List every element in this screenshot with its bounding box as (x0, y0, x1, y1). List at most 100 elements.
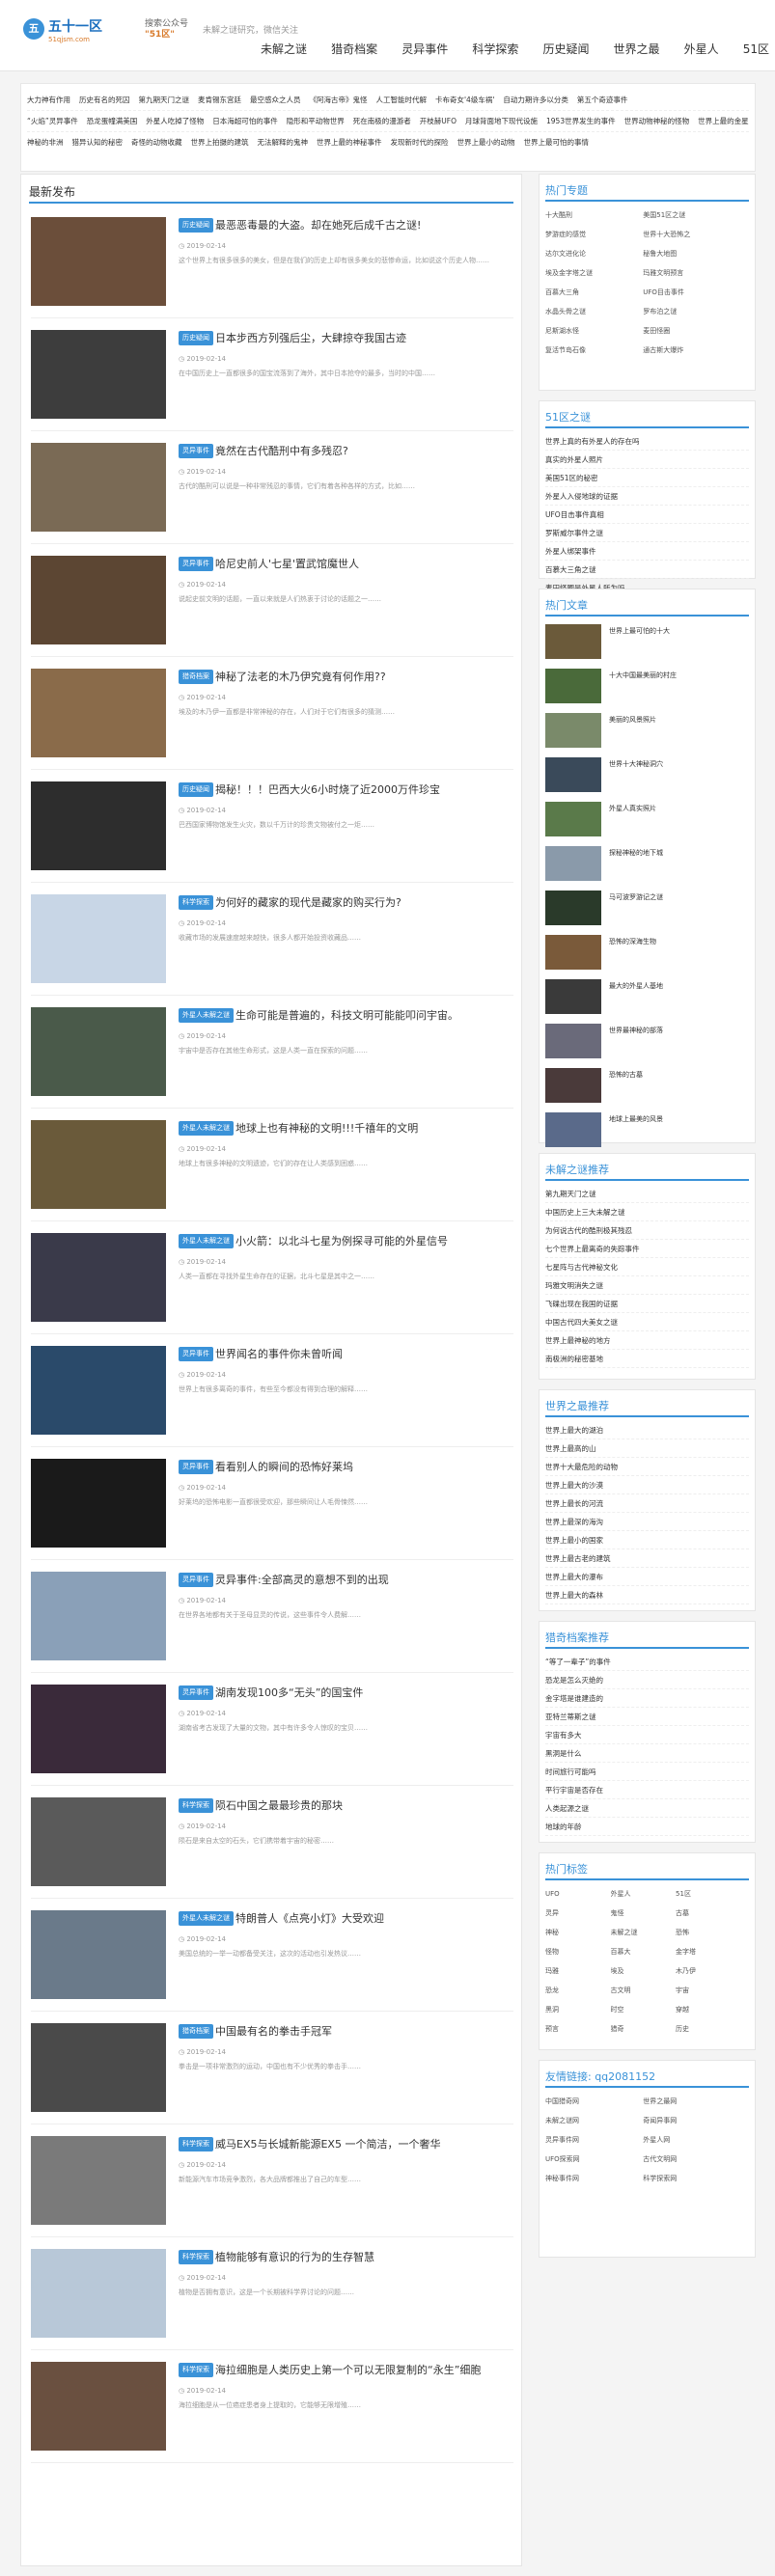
tag-link[interactable]: 大力神有作用 (27, 90, 70, 110)
recommend-item[interactable]: 中国历史上三大未解之谜 (545, 1203, 749, 1221)
tag-link[interactable]: 日本海超可怕的事件 (212, 111, 278, 131)
hot-article-title[interactable]: 马可波罗游记之谜 (609, 892, 744, 903)
article-title[interactable]: 生命可能是普遍的，科技文明可能能叩问宇宙。 (235, 1008, 458, 1024)
article-category[interactable]: 灵异事件 (179, 1685, 213, 1700)
tag-cloud-link[interactable]: 外星人 (611, 1886, 677, 1902)
article-title[interactable]: 为何好的藏家的现代是藏家的购买行为? (215, 895, 401, 911)
hot-article-title[interactable]: 十大中国最美丽的村庄 (609, 671, 744, 681)
hot-topic-link[interactable]: 秘鲁大地图 (643, 246, 740, 261)
hot-article-title[interactable]: 探秘神秘的地下城 (609, 848, 744, 859)
article-thumbnail[interactable] (31, 1797, 166, 1886)
site-recommend-item[interactable]: 人类起源之谜 (545, 1799, 749, 1818)
hot-topic-link[interactable]: 美国51区之谜 (643, 207, 740, 223)
article-category[interactable]: 猎奇档案 (179, 670, 213, 684)
recommend-item[interactable]: 中国古代四大美女之谜 (545, 1313, 749, 1331)
article-category[interactable]: 灵异事件 (179, 1460, 213, 1474)
rank-item[interactable]: 外星人入侵地球的证据 (545, 487, 749, 506)
tag-link[interactable]: 麦肯锡东宫廷 (198, 90, 241, 110)
hot-topic-link[interactable]: 埃及金字塔之谜 (545, 265, 643, 281)
article-title[interactable]: 中国最有名的拳击手冠军 (215, 2024, 332, 2040)
article-category[interactable]: 科学探索 (179, 2363, 213, 2377)
world-best-item[interactable]: 世界上最长的河流 (545, 1494, 749, 1513)
recommend-item[interactable]: 飞碟出现在我国的证据 (545, 1295, 749, 1313)
hot-article-thumbnail[interactable] (545, 669, 601, 703)
hot-topic-link[interactable]: 尼斯湖水怪 (545, 323, 643, 339)
article-category[interactable]: 科学探索 (179, 1798, 213, 1813)
rank-item[interactable]: 百慕大三角之谜 (545, 561, 749, 579)
hot-article-thumbnail[interactable] (545, 935, 601, 970)
tag-link[interactable]: 世界上最的神秘事件 (317, 132, 382, 153)
article-title[interactable]: 世界闻名的事件你未曾听闻 (215, 1347, 343, 1362)
rank-item[interactable]: 罗斯威尔事件之谜 (545, 524, 749, 542)
article-title[interactable]: 揭秘！！！巴西大火6小时烧了近2000万件珍宝 (215, 782, 440, 798)
tag-link[interactable]: 历史有名的死囚 (79, 90, 130, 110)
tag-cloud-link[interactable]: 古墓 (676, 1905, 741, 1921)
tag-cloud-link[interactable]: 百慕大 (611, 1944, 677, 1959)
hot-topic-link[interactable]: 百慕大三角 (545, 285, 643, 300)
tag-link[interactable]: 神秘的非洲 (27, 132, 64, 153)
tag-cloud-link[interactable]: 猎奇 (611, 2021, 677, 2037)
article-title[interactable]: 湖南发现100多“无头”的国宝件 (215, 1685, 363, 1701)
article-title[interactable]: 小火箭：以北斗七星为例探寻可能的外星信号 (235, 1234, 448, 1249)
tag-link[interactable]: 世界上最可怕的事情 (524, 132, 590, 153)
article-thumbnail[interactable] (31, 2249, 166, 2338)
nav-item[interactable]: 未解之谜 (261, 41, 307, 57)
hot-article-title[interactable]: 美丽的风景照片 (609, 715, 744, 726)
rank-item[interactable]: 真实的外星人照片 (545, 451, 749, 469)
tag-link[interactable]: 第五个奇迹事件 (577, 90, 628, 110)
friend-link[interactable]: 奇闻异事网 (643, 2113, 740, 2128)
site-logo[interactable]: 五 五十一区 51qjsm.com (23, 16, 137, 53)
hot-article-title[interactable]: 恐怖的古墓 (609, 1070, 744, 1081)
nav-item[interactable]: 世界之最 (614, 41, 660, 57)
world-best-item[interactable]: 世界上最大的湖泊 (545, 1421, 749, 1439)
article-thumbnail[interactable] (31, 1233, 166, 1322)
article-thumbnail[interactable] (31, 1120, 166, 1209)
hot-topic-link[interactable]: 复活节岛石像 (545, 343, 643, 358)
article-category[interactable]: 灵异事件 (179, 1347, 213, 1361)
tag-cloud-link[interactable]: UFO (545, 1886, 611, 1902)
article-title[interactable]: 威马EX5与长城新能源EX5 一个简洁，一个奢华 (215, 2137, 440, 2152)
tag-link[interactable]: 月球背面地下现代设施 (465, 111, 538, 131)
friend-link[interactable]: UFO探索网 (545, 2151, 643, 2167)
hot-article-title[interactable]: 恐怖的深海生物 (609, 937, 744, 947)
tag-link[interactable]: 发现新时代的探险 (391, 132, 449, 153)
hot-topic-link[interactable]: 梦游症的感觉 (545, 227, 643, 242)
tag-link[interactable]: 死在南极的漫游者 (353, 111, 411, 131)
recommend-item[interactable]: 为何说古代的酷刑极其残忍 (545, 1221, 749, 1240)
friend-link[interactable]: 中国猎奇网 (545, 2094, 643, 2109)
article-thumbnail[interactable] (31, 330, 166, 419)
hot-article-thumbnail[interactable] (545, 713, 601, 748)
rank-item[interactable]: 世界上真的有外星人的存在吗 (545, 432, 749, 451)
tag-link[interactable]: 奇怪的动物收藏 (131, 132, 182, 153)
recommend-item[interactable]: 南极洲的秘密基地 (545, 1350, 749, 1368)
friend-link[interactable]: 科学探索网 (643, 2171, 740, 2186)
nav-item[interactable]: 猎奇档案 (331, 41, 377, 57)
world-best-item[interactable]: 世界上最高的山 (545, 1439, 749, 1458)
site-recommend-item[interactable]: 地球的年龄 (545, 1818, 749, 1836)
friend-link[interactable]: 未解之谜网 (545, 2113, 643, 2128)
article-category[interactable]: 科学探索 (179, 2137, 213, 2151)
rank-item[interactable]: 美国51区的秘密 (545, 469, 749, 487)
tag-link[interactable]: 1953世界发生的事件 (546, 111, 616, 131)
world-best-item[interactable]: 世界上最大的森林 (545, 1586, 749, 1604)
hot-article-thumbnail[interactable] (545, 891, 601, 925)
tag-link[interactable]: 《阿海古帝》鬼怪 (310, 90, 368, 110)
article-thumbnail[interactable] (31, 1346, 166, 1435)
tag-link[interactable]: 世界上最的金星世界 (698, 111, 749, 131)
article-category[interactable]: 外星人未解之谜 (179, 1121, 234, 1136)
article-thumbnail[interactable] (31, 1007, 166, 1096)
tag-cloud-link[interactable]: 怪物 (545, 1944, 611, 1959)
tag-cloud-link[interactable]: 恐龙 (545, 1983, 611, 1998)
article-thumbnail[interactable] (31, 443, 166, 532)
hot-topic-link[interactable]: 世界十大恐怖之 (643, 227, 740, 242)
article-category[interactable]: 灵异事件 (179, 1573, 213, 1587)
article-title[interactable]: 植物能够有意识的行为的生存智慧 (215, 2250, 374, 2265)
article-title[interactable]: 竟然在古代酷刑中有多残忍? (215, 444, 348, 459)
article-title[interactable]: 陨石中国之最最珍贵的那块 (215, 1798, 343, 1814)
article-thumbnail[interactable] (31, 556, 166, 644)
world-best-item[interactable]: 世界上最小的国家 (545, 1531, 749, 1549)
tag-link[interactable]: 猎异认知的秘密 (72, 132, 124, 153)
hot-article-thumbnail[interactable] (545, 1024, 601, 1058)
hot-article-title[interactable]: 外星人真实照片 (609, 804, 744, 814)
site-recommend-item[interactable]: 时间旅行可能吗 (545, 1763, 749, 1781)
